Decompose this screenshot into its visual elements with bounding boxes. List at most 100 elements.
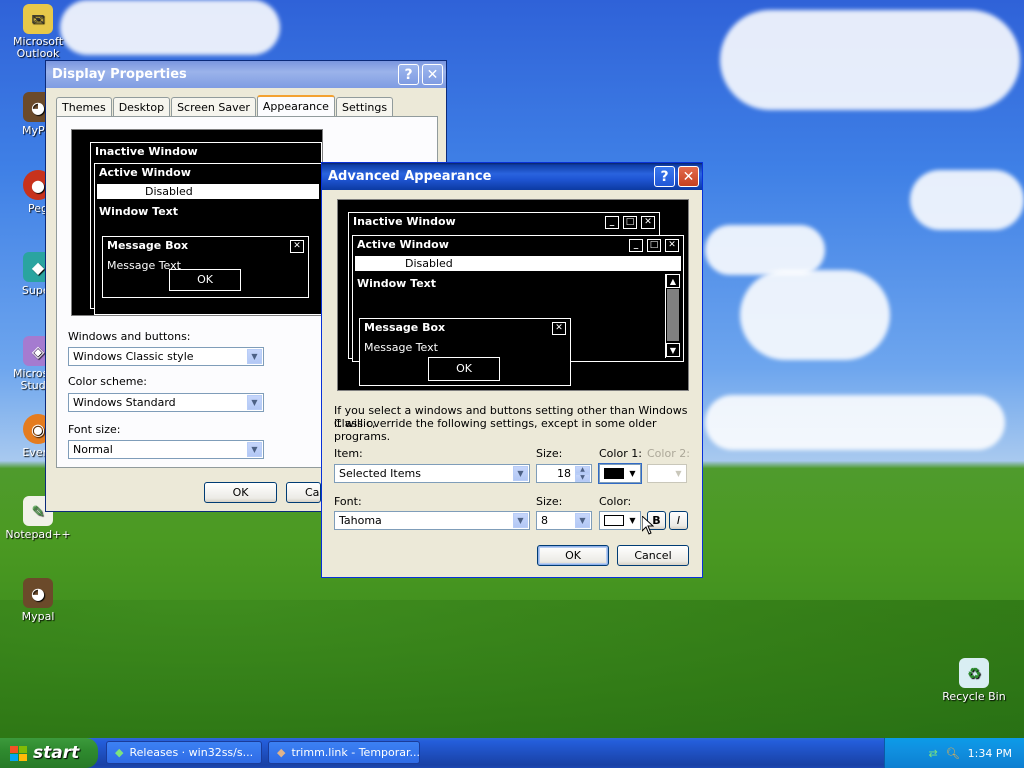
font-label: Font: [334,495,362,508]
tab-appearance[interactable]: Appearance [256,95,335,118]
chevron-down-icon: ▼ [575,513,590,528]
font-size-select[interactable]: 8 ▼ [536,511,592,530]
windows-buttons-label: Windows and buttons: [68,330,191,343]
color2-picker: ▼ [647,464,687,483]
tab-settings[interactable]: Settings [335,97,394,118]
taskbar: start ◆ Releases · win32ss/s... ◆ trimm.… [0,738,1024,768]
windows-logo-icon [10,745,27,761]
display-properties-titlebar[interactable]: Display Properties ? ✕ [46,61,446,88]
maximize-icon: □ [623,216,637,229]
desktop-icon-label: Recycle Bin [942,690,1006,703]
preview-active-title: Active Window _ □ ✕ [353,236,683,254]
taskbar-button-releases[interactable]: ◆ Releases · win32ss/s... [106,741,262,764]
maximize-icon: □ [647,239,661,252]
network-icon[interactable]: ⇄ [928,747,937,760]
preview-inactive-title: Inactive Window [95,145,198,158]
advanced-preview: Inactive Window _ □ ✕ Active Window _ □ … [337,199,689,391]
minimize-icon: _ [629,239,643,252]
mypal-icon: ◕ [23,578,53,608]
window-title: Advanced Appearance [328,169,492,184]
advanced-appearance-titlebar[interactable]: Advanced Appearance ? ✕ [322,163,702,190]
item-select[interactable]: Selected Items ▼ [334,464,530,483]
start-button[interactable]: start [0,738,98,768]
preview-ok-button: OK [428,357,500,381]
preview-window-text: Window Text [99,205,179,218]
cloud [720,10,1020,110]
recycle-bin-icon: ♻ [959,658,989,688]
preview-message-box-title: Message Box ✕ [103,237,308,255]
cloud [910,170,1024,230]
tab-themes[interactable]: Themes [56,97,112,118]
close-button[interactable]: ✕ [678,166,699,187]
desktop-icon-label: Mypal [21,610,55,623]
tab-strip: Themes Desktop Screen Saver Appearance S… [56,95,394,118]
scroll-up-icon: ▲ [666,274,680,288]
chevron-down-icon: ▼ [513,513,528,528]
cloud [705,225,825,275]
chevron-down-icon: ▼ [247,442,262,457]
preview-disabled-item: Disabled [355,256,681,271]
preview-scrollbar: ▲ ▼ [665,274,681,358]
desktop-icon-label: Microsoft Outlook [12,35,64,60]
chevron-down-icon: ▼ [513,466,528,481]
display-cancel-button[interactable]: Car [286,482,321,503]
help-button[interactable]: ? [398,64,419,85]
clock[interactable]: 1:34 PM [968,747,1012,760]
chevron-down-icon: ▼ [675,469,682,478]
desktop-icon-mypal2[interactable]: ◕ Mypal [0,578,76,623]
font-select[interactable]: Tahoma ▼ [334,511,530,530]
help-button[interactable]: ? [654,166,675,187]
preview-message-text: Message Text [364,341,438,354]
close-button[interactable]: ✕ [422,64,443,85]
chevron-down-icon: ▼ [629,469,636,478]
close-icon: ✕ [641,216,655,229]
cloud [60,0,280,55]
preview-ok-button: OK [169,269,241,291]
cloud [740,270,890,360]
chevron-down-icon: ▼ [629,516,636,525]
start-label: start [33,743,80,763]
windows-buttons-select[interactable]: Windows Classic style ▼ [68,347,264,366]
item-label: Item: [334,447,363,460]
font-color-picker[interactable]: ▼ [599,511,641,530]
taskbar-button-trimm[interactable]: ◆ trimm.link - Temporar... [268,741,420,764]
search-icon[interactable]: 🔍︎ [946,747,960,760]
preview-message-box-title: Message Box ✕ [360,319,570,337]
preview-window-text: Window Text [357,277,437,290]
item-size-spinner[interactable]: 18 ▲ ▼ [536,464,592,483]
item-size-label: Size: [536,447,563,460]
color1-swatch [604,468,624,479]
spin-down-icon[interactable]: ▼ [575,474,590,482]
display-ok-button[interactable]: OK [204,482,277,503]
font-size-label: Font size: [68,423,121,436]
color1-picker[interactable]: ▼ [599,464,641,483]
spin-up-icon[interactable]: ▲ [575,466,590,474]
desktop-icon-label: Notepad++ [5,528,71,541]
color1-label: Color 1: [599,447,642,460]
preview-message-box: Message Box ✕ Message Text OK [359,318,571,386]
browser-icon: ◆ [277,746,286,759]
scroll-thumb [667,289,679,341]
font-color-label: Color: [599,495,632,508]
scroll-down-icon: ▼ [666,343,680,357]
tab-screen-saver[interactable]: Screen Saver [171,97,256,118]
tab-desktop[interactable]: Desktop [112,97,171,118]
desktop-icon-recycle-bin[interactable]: ♻ Recycle Bin [936,658,1012,703]
chevron-down-icon: ▼ [247,395,262,410]
color-scheme-select[interactable]: Windows Standard ▼ [68,393,264,412]
italic-toggle[interactable]: I [669,511,688,530]
advanced-ok-button[interactable]: OK [537,545,609,566]
close-icon: ✕ [552,322,566,335]
system-tray: ⇄ 🔍︎ 1:34 PM [884,738,1024,768]
font-size-select[interactable]: Normal ▼ [68,440,264,459]
preview-message-box: Message Box ✕ Message Text OK [102,236,309,298]
desktop-icon-outlook[interactable]: ✉ Microsoft Outlook [0,4,76,60]
mouse-pointer-icon [642,516,654,535]
window-title: Display Properties [52,67,187,82]
chevron-down-icon: ▼ [247,349,262,364]
preview-disabled-item: Disabled [97,184,319,199]
minimize-icon: _ [605,216,619,229]
cloud [705,395,1005,450]
close-icon: ✕ [665,239,679,252]
advanced-cancel-button[interactable]: Cancel [617,545,689,566]
